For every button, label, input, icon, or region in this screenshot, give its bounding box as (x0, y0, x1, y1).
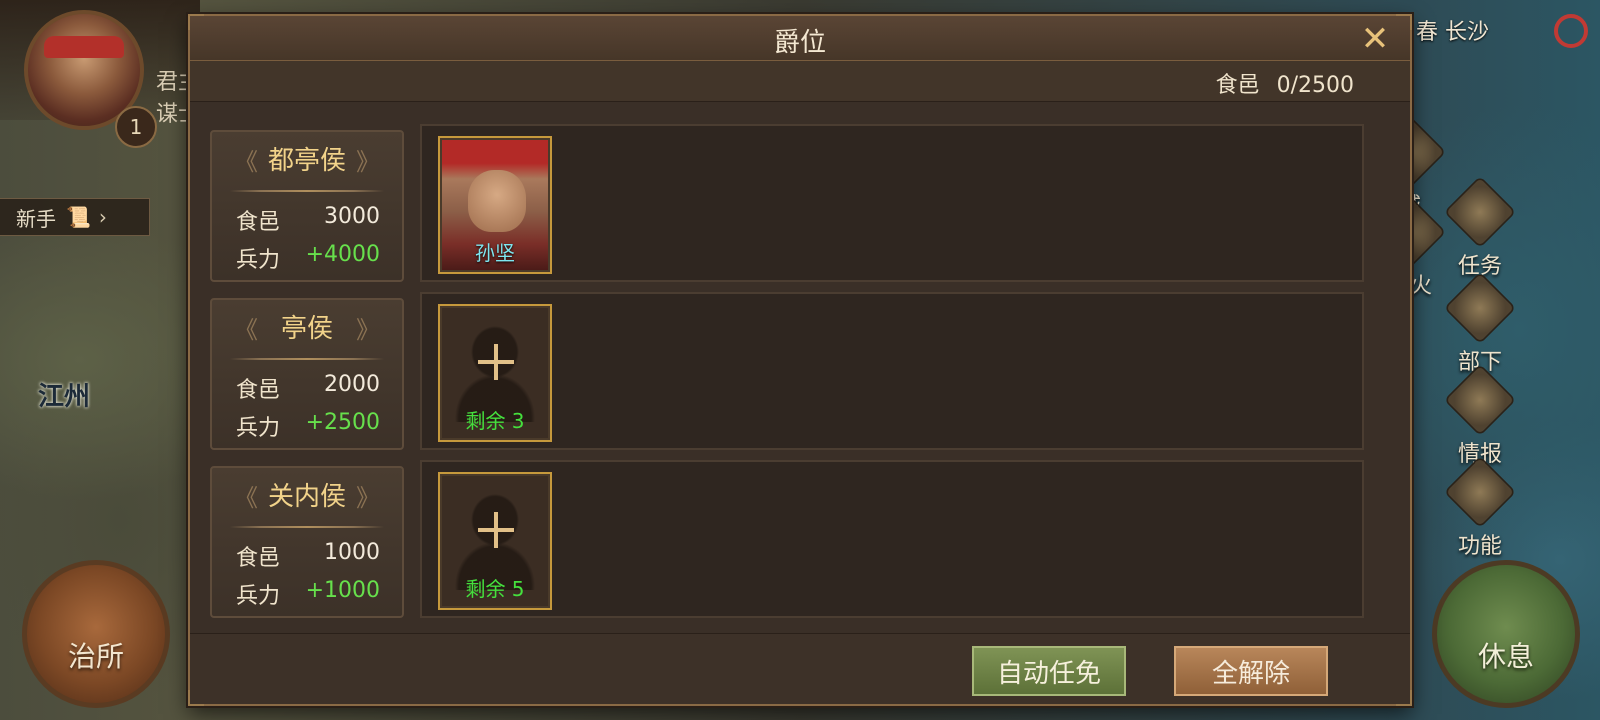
close-button[interactable]: ✕ (1358, 22, 1392, 56)
rank-card: 《 》 关内侯 食邑 1000 兵力 +1000 (210, 466, 404, 618)
release-all-button[interactable]: 全解除 (1174, 646, 1328, 696)
fief-summary-label: 食邑 (1215, 73, 1260, 98)
headband (44, 36, 124, 58)
functions-menu-item[interactable]: 功能 (1440, 455, 1520, 560)
dialog-title-bar: 爵位 ✕ (190, 16, 1410, 61)
nobility-dialog: 爵位 ✕ 食邑 0/2500 《 》 都亭侯 食邑 3000 兵力 +4000 (188, 14, 1412, 706)
remaining-count: 剩余 3 (465, 409, 525, 433)
chevron-right-icon: › (98, 205, 107, 229)
appointee-slots: 孙坚 (420, 124, 1364, 282)
fief-label: 食邑 (236, 378, 281, 403)
settings-ring-icon[interactable] (1554, 14, 1588, 48)
scroll-icon: 📜 (66, 205, 91, 229)
report-book-icon (1443, 363, 1517, 437)
gear-icon (1443, 455, 1517, 529)
appointee-slots: 剩余 5 (420, 460, 1364, 618)
fief-label: 食邑 (236, 210, 281, 235)
troops-bonus: +1000 (305, 578, 380, 603)
fief-summary: 食邑 0/2500 (1216, 67, 1354, 99)
rank-divider (230, 190, 384, 192)
fief-value: 3000 (324, 204, 380, 229)
remaining-count: 剩余 5 (465, 577, 525, 601)
rank-list[interactable]: 《 》 都亭侯 食邑 3000 兵力 +4000 孙坚 《 》 亭侯 食邑 20… (208, 102, 1394, 634)
rank-card: 《 》 都亭侯 食邑 3000 兵力 +4000 (210, 130, 404, 282)
rest-label: 休息 (1477, 640, 1534, 673)
appointee-slot-empty[interactable]: 剩余 5 (438, 472, 552, 610)
auto-assign-button[interactable]: 自动任免 (972, 646, 1126, 696)
rank-row: 《 》 亭侯 食邑 2000 兵力 +2500 剩余 3 (208, 288, 1394, 450)
appointee-slots: 剩余 3 (420, 292, 1364, 450)
fief-value: 1000 (324, 540, 380, 565)
troops-bonus: +4000 (305, 242, 380, 267)
governor-office-button[interactable]: 治所 (22, 560, 170, 708)
appointee-slot-filled[interactable]: 孙坚 (438, 136, 552, 274)
rank-name: 亭侯 (280, 314, 333, 344)
rank-name: 都亭侯 (267, 146, 346, 176)
novice-guide-button[interactable]: 新手 📜 › (0, 198, 150, 236)
fief-label: 食邑 (236, 546, 281, 571)
troops-label: 兵力 (236, 584, 281, 609)
rank-divider (230, 526, 384, 528)
troops-bonus: +2500 (305, 410, 380, 435)
rank-divider (230, 358, 384, 360)
fief-summary-bar: 食邑 0/2500 (190, 61, 1410, 102)
plus-icon (478, 512, 514, 548)
city-label[interactable]: 江州 (38, 376, 90, 413)
rank-card: 《 》 亭侯 食邑 2000 兵力 +2500 (210, 298, 404, 450)
governor-office-label: 治所 (67, 640, 124, 673)
rest-button[interactable]: 休息 (1432, 560, 1580, 708)
close-icon: ✕ (1360, 19, 1390, 59)
plus-icon (478, 344, 514, 380)
helmet-icon (1443, 271, 1517, 345)
hero-name: 孙坚 (475, 241, 515, 265)
rank-row: 《 》 关内侯 食邑 1000 兵力 +1000 剩余 5 (208, 456, 1394, 618)
intel-menu-item[interactable]: 情报 (1440, 363, 1520, 468)
dialog-title: 爵位 (773, 28, 826, 58)
rank-row: 《 》 都亭侯 食邑 3000 兵力 +4000 孙坚 (208, 120, 1394, 282)
fief-summary-value: 0/2500 (1276, 73, 1354, 98)
scroll-icon (1443, 175, 1517, 249)
quest-menu-item[interactable]: 任务 (1440, 175, 1520, 280)
rank-name: 关内侯 (267, 482, 346, 512)
dialog-actions: 自动任免 全解除 (190, 633, 1410, 704)
appointee-slot-empty[interactable]: 剩余 3 (438, 304, 552, 442)
troops-label: 兵力 (236, 248, 281, 273)
fief-value: 2000 (324, 372, 380, 397)
hero-face (468, 170, 526, 232)
lord-level-badge: 1 (115, 106, 157, 148)
subordinates-menu-item[interactable]: 部下 (1440, 271, 1520, 376)
novice-guide-label: 新手 (16, 206, 56, 231)
functions-menu-label: 功能 (1457, 534, 1502, 559)
troops-label: 兵力 (236, 416, 281, 441)
